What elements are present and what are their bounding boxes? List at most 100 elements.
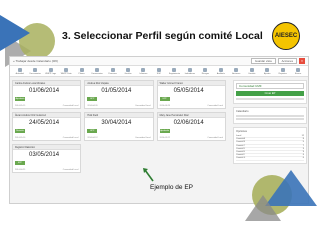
slide-title: 3. Seleccionar Perfil según comité Local: [62, 30, 263, 42]
module-icon: [48, 67, 53, 72]
option-name: Comité D: [236, 147, 246, 150]
option-count: 12: [301, 135, 304, 137]
toolbar-item[interactable]: Seguimiento: [167, 67, 182, 75]
module-icon: [17, 67, 22, 72]
card-footer: 2014-04-28 Comunidad Local: [158, 105, 225, 108]
toolbar-item[interactable]: Gestión: [120, 67, 135, 75]
decor-triangle-grey-br: [245, 195, 281, 221]
ep-card[interactable]: Hold Field 30/04/2014 EPP 2014-04-12 Comunid…: [84, 112, 154, 141]
toolbar-item[interactable]: Planes: [74, 67, 89, 75]
toolbar-item[interactable]: Auditoría: [213, 67, 228, 75]
ep-card[interactable]: Carlos Andrés Luna Morales 01/06/2014 Apro…: [12, 80, 82, 109]
card-foot-left: 2014-04-12: [87, 137, 98, 139]
module-icon: [64, 67, 69, 72]
window-topbar: « Trabajar desde Calendario (0/0) Guarda…: [10, 57, 308, 66]
card-foot-right: Comunidad Local: [135, 105, 151, 107]
module-toolbar: Actividad Documentos WHPP Logs WHPP Data…: [10, 66, 308, 77]
module-icon: [141, 67, 146, 72]
ep-card[interactable]: Álvaro Andrés Ortiz Gutiérrez 24/05/2014 R…: [12, 112, 82, 141]
option-count: 5: [302, 141, 304, 144]
toolbar-item[interactable]: Reportes: [275, 67, 290, 75]
options-label: Opciones: [236, 130, 247, 133]
toolbar-item[interactable]: Indicadores: [182, 67, 197, 75]
brand-logo: AIESEC: [272, 22, 300, 50]
card-foot-left: 2014-05-22: [159, 137, 170, 139]
card-footer: 2014-04-12 Comunidad Local: [85, 137, 152, 140]
card-date: 01/05/2014: [101, 88, 132, 94]
module-icon: [126, 67, 131, 72]
module-icon: [203, 67, 208, 72]
option-name: Comité B: [236, 141, 245, 144]
annotation-arrow-icon: [143, 168, 154, 182]
toolbar-item[interactable]: Documentos: [27, 67, 42, 75]
card-footer: 2014-05-22 Comunidad Local: [158, 137, 225, 140]
module-icon: [156, 67, 161, 72]
annotation-label: Ejemplo de EP: [150, 184, 193, 191]
card-footer: 2014-04-20 Comunidad Local: [85, 105, 152, 108]
module-icon: [79, 67, 84, 72]
card-foot-right: Comunidad Local: [62, 169, 79, 171]
card-grid: Carlos Andrés Luna Morales 01/06/2014 Apro…: [12, 80, 226, 173]
card-foot-left: 2014-05-10: [15, 137, 26, 139]
toolbar-item[interactable]: Procesos: [105, 67, 120, 75]
create-ep-button[interactable]: Crear EP: [236, 91, 304, 96]
calendar-box: Calendario: [233, 107, 307, 124]
status-badge: EPP: [87, 97, 98, 101]
module-icon: [218, 67, 223, 72]
option-count: 9: [302, 150, 304, 153]
module-icon: [172, 67, 177, 72]
module-icon: [280, 67, 285, 72]
toolbar-item[interactable]: Actividad: [12, 67, 27, 75]
toolbar-item[interactable]: WHPP Data: [58, 67, 73, 75]
status-badge: EPP: [159, 97, 170, 101]
ep-card[interactable]: Walter Gómez Franco 05/05/2014 EPP 2014-04-…: [156, 80, 226, 109]
decor-triangle-blue: [0, 15, 30, 51]
close-icon[interactable]: ×: [299, 58, 305, 64]
divider: [236, 98, 304, 100]
toolbar-item[interactable]: Documentos: [89, 67, 104, 75]
toolbar-item[interactable]: WHPP Logs: [43, 67, 58, 75]
option-count: 3: [302, 147, 304, 150]
card-foot-right: Comunidad Local: [135, 137, 151, 139]
card-date: 30/04/2014: [101, 120, 132, 126]
card-foot-right: Comunidad Local: [207, 105, 223, 107]
save-view-button[interactable]: Guardar vista: [250, 58, 276, 64]
toolbar-item[interactable]: Riesgos: [198, 67, 213, 75]
divider: [236, 118, 304, 120]
card-foot-left: 2014-04-20: [87, 105, 98, 107]
toolbar-item[interactable]: Acciones: [229, 67, 244, 75]
card-date: 05/05/2014: [173, 88, 204, 94]
toolbar-item[interactable]: Informes: [136, 67, 151, 75]
module-icon: [95, 67, 100, 72]
option-count: 4: [302, 154, 304, 157]
toolbar-item[interactable]: Ajustes: [260, 67, 275, 75]
toolbar-item[interactable]: Buscar: [290, 67, 305, 75]
option-name: Comité C: [236, 144, 246, 147]
module-icon: [234, 67, 239, 72]
actions-button[interactable]: Acciones: [277, 58, 297, 64]
module-icon: [249, 67, 254, 72]
option-row[interactable]: Comité G 6: [236, 157, 304, 161]
card-date: 02/06/2014: [173, 120, 204, 126]
profile-box: Comunidad UMF Crear EP: [233, 80, 307, 104]
card-footer: 2014-05-10 Comunidad Local: [13, 137, 80, 140]
calendar-label: Calendario: [236, 110, 249, 113]
option-name: Comité E: [236, 150, 245, 153]
option-name: Comité G: [236, 157, 246, 160]
ep-card[interactable]: Andrea Ruiz Zapata 01/05/2014 EPP 2014-04-2…: [84, 80, 154, 109]
card-date: 01/06/2014: [29, 88, 60, 94]
ep-card[interactable]: Registro Dialéctico 03/05/2014 EPP 2014-04-…: [12, 144, 82, 173]
module-icon: [296, 67, 301, 72]
status-badge: Aprobado: [15, 97, 25, 101]
card-foot-left: 2014-04-28: [159, 105, 170, 107]
committee-selector[interactable]: Comunidad UMF: [236, 83, 304, 89]
card-foot-left: 2014-04-25: [15, 169, 26, 171]
toolbar-item[interactable]: SGC: [151, 67, 166, 75]
status-badge: Revisión: [15, 129, 25, 133]
card-date: 03/05/2014: [29, 152, 60, 158]
module-icon: [110, 67, 115, 72]
card-grid-area: Carlos Andrés Luna Morales 01/06/2014 Apro…: [10, 78, 228, 203]
toolbar-item[interactable]: Comités: [244, 67, 259, 75]
ep-card[interactable]: Mary Jane Hernández Díaz 02/06/2014 Aproba…: [156, 112, 226, 141]
card-foot-left: 2014-05-15: [15, 105, 26, 107]
